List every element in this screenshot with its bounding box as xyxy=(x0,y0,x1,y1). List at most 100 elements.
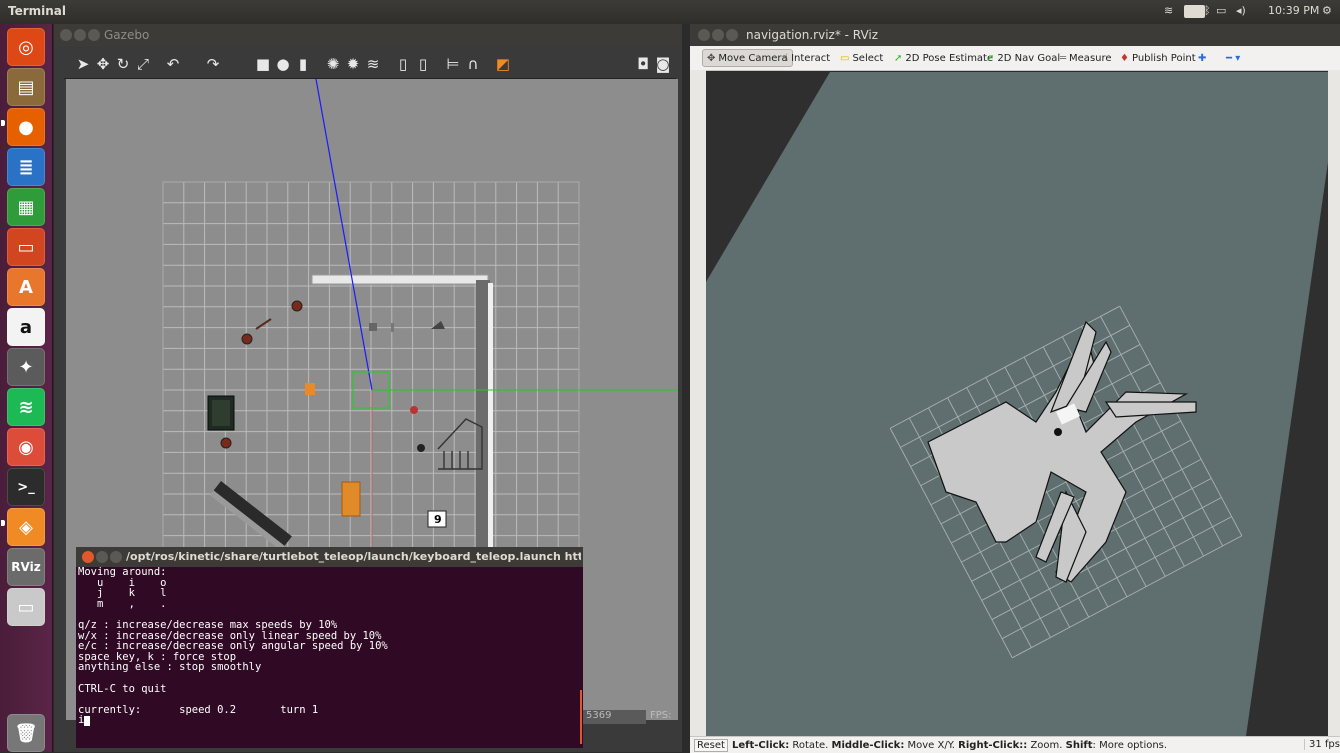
gazebo-icon[interactable]: ◈ xyxy=(7,508,45,546)
tool-select[interactable]: ▭ Select xyxy=(840,50,883,66)
tool-label: Measure xyxy=(1069,52,1112,64)
terminal-output[interactable]: Moving around: u i o j k l m , . q/z : i… xyxy=(76,567,583,748)
top-panel: Terminal ≋ En ᛒ ▭ ◂) 10:39 PM ⚙ xyxy=(0,0,1340,24)
rviz-map-render xyxy=(706,72,1328,736)
costmap-area xyxy=(706,72,1328,736)
select-arrow-icon[interactable]: ➤ xyxy=(74,55,92,73)
close-window-button[interactable] xyxy=(60,29,72,41)
terminal-title: /opt/ros/kinetic/share/turtlebot_teleop/… xyxy=(126,550,581,563)
minimize-window-button[interactable] xyxy=(712,29,724,41)
maximize-window-button[interactable] xyxy=(726,29,738,41)
tool-2d-nav-goal[interactable]: ➚ 2D Nav Goal xyxy=(986,50,1060,66)
rviz-toolbar: ✥ Move Camera ☝ Interact ▭ Select ➚ 2D Pose Est… xyxy=(690,46,1340,71)
maximize-window-button[interactable] xyxy=(88,29,100,41)
screenshot-icon[interactable]: ◘ xyxy=(634,55,652,73)
tool-measure[interactable]: ═ Measure xyxy=(1060,50,1112,66)
running-indicator xyxy=(1,120,5,126)
tool-label: 2D Nav Goal xyxy=(997,52,1061,64)
add-tool-icon[interactable]: ✚ xyxy=(1198,50,1206,66)
paste-icon[interactable]: ▯ xyxy=(414,55,432,73)
align-icon[interactable]: ⊨ xyxy=(444,55,462,73)
terminal-cursor xyxy=(84,715,91,726)
tool-label: Select xyxy=(852,52,884,64)
redo-icon[interactable]: ↷ xyxy=(204,55,222,73)
rviz-right-panel-collapsed[interactable] xyxy=(1328,70,1340,736)
reset-button[interactable]: Reset xyxy=(694,739,728,752)
tool-label: Publish Point xyxy=(1131,52,1196,64)
terminal-icon[interactable]: >_ xyxy=(7,468,45,506)
gazebo-toolbar: ➤ ✥ ↻ ⤢ ↶ ↷ ■ ● ▮ ✺ ✹ ≋ ▯ ▯ ⊨ ∩ ◩ ◘ ◙ xyxy=(64,50,676,79)
terminal-scrollbar[interactable] xyxy=(580,690,582,744)
maximize-window-button[interactable] xyxy=(110,551,122,563)
volume-icon[interactable]: ◂) xyxy=(1236,4,1246,17)
tool-move-camera[interactable]: ✥ Move Camera xyxy=(702,49,793,67)
amazon-icon[interactable]: a xyxy=(7,308,45,346)
trash-icon[interactable]: 🗑 xyxy=(7,714,45,752)
system-settings-icon[interactable]: ✦ xyxy=(7,348,45,386)
directional-light-icon[interactable]: ≋ xyxy=(364,55,382,73)
minimize-window-button[interactable] xyxy=(96,551,108,563)
scale-icon[interactable]: ⤢ xyxy=(134,55,152,73)
bookshelf-model xyxy=(341,481,361,517)
view-angle-icon[interactable]: ◩ xyxy=(494,55,512,73)
box-icon[interactable]: ■ xyxy=(254,55,272,73)
software-center-icon[interactable]: A xyxy=(7,268,45,306)
settings-gear-icon[interactable]: ⚙ xyxy=(1322,4,1332,17)
libreoffice-impress-icon[interactable]: ▭ xyxy=(7,228,45,266)
libreoffice-writer-icon[interactable]: ≣ xyxy=(7,148,45,186)
cafe-table-model xyxy=(291,300,303,312)
log-icon[interactable]: ◙ xyxy=(654,55,672,73)
chrome-icon[interactable]: ◉ xyxy=(7,428,45,466)
model-number-label: 9 xyxy=(434,513,442,526)
files-icon[interactable]: ▤ xyxy=(7,68,45,106)
battery-icon[interactable]: ▭ xyxy=(1216,4,1226,17)
point-light-icon[interactable]: ✺ xyxy=(324,55,342,73)
tool-2d-pose-estimate[interactable]: ➚ 2D Pose Estimate xyxy=(894,50,993,66)
snap-icon[interactable]: ∩ xyxy=(464,55,482,73)
wifi-icon[interactable]: ≋ xyxy=(1164,4,1173,17)
firefox-icon[interactable]: ● xyxy=(7,108,45,146)
cylinder-icon[interactable]: ▮ xyxy=(294,55,312,73)
active-app-title: Terminal xyxy=(8,4,67,18)
bluetooth-icon[interactable]: ᛒ xyxy=(1204,4,1211,17)
copy-icon[interactable]: ▯ xyxy=(394,55,412,73)
gazebo-title: Gazebo xyxy=(104,28,150,42)
rviz-titlebar: navigation.rviz* - RViz xyxy=(690,24,1340,46)
rviz-left-panel-collapsed[interactable] xyxy=(690,70,706,736)
sim-time-field: 5369 xyxy=(583,710,646,724)
rviz-3d-viewport[interactable] xyxy=(706,72,1328,736)
rotate-icon[interactable]: ↻ xyxy=(114,55,132,73)
terminal-line: CTRL-C to quit xyxy=(78,682,167,695)
terminal-line: m , . xyxy=(78,597,167,610)
rviz-statusbar: Reset Left-Click: Rotate. Middle-Click: … xyxy=(690,736,1340,753)
wall-top xyxy=(311,274,489,285)
clock[interactable]: 10:39 PM xyxy=(1268,4,1319,17)
publish-point-icon: ♦ xyxy=(1120,52,1129,64)
remove-tool-icon[interactable]: ━ ▾ xyxy=(1226,50,1240,66)
disk-icon[interactable]: ▭ xyxy=(7,588,45,626)
close-window-button[interactable] xyxy=(698,29,710,41)
spot-light-icon[interactable]: ✹ xyxy=(344,55,362,73)
tool-label: Interact xyxy=(791,52,831,64)
tool-interact[interactable]: ☝ Interact xyxy=(782,50,830,66)
robot-position-marker xyxy=(1054,428,1062,436)
keyboard-lang-indicator[interactable]: En xyxy=(1184,5,1206,18)
sphere-icon[interactable]: ● xyxy=(274,55,292,73)
libreoffice-calc-icon[interactable]: ▦ xyxy=(7,188,45,226)
terminal-line: anything else : stop smoothly xyxy=(78,661,262,674)
spotify-icon[interactable]: ≋ xyxy=(7,388,45,426)
ubuntu-dash-icon[interactable]: ◎ xyxy=(7,28,45,66)
rviz-icon[interactable]: RViz xyxy=(7,548,45,586)
tool-publish-point[interactable]: ♦ Publish Point xyxy=(1120,50,1196,66)
fps-counter: 31 fps xyxy=(1304,739,1340,750)
close-window-button[interactable] xyxy=(82,551,94,563)
tool-label: Move Camera xyxy=(718,52,788,64)
rviz-title: navigation.rviz* - RViz xyxy=(746,28,879,42)
terminal-line: currently: speed 0.2 turn 1 xyxy=(78,703,319,716)
minimize-window-button[interactable] xyxy=(74,29,86,41)
nav-goal-icon: ➚ xyxy=(986,52,995,64)
hand-icon: ☝ xyxy=(782,52,789,64)
undo-icon[interactable]: ↶ xyxy=(164,55,182,73)
translate-icon[interactable]: ✥ xyxy=(94,55,112,73)
